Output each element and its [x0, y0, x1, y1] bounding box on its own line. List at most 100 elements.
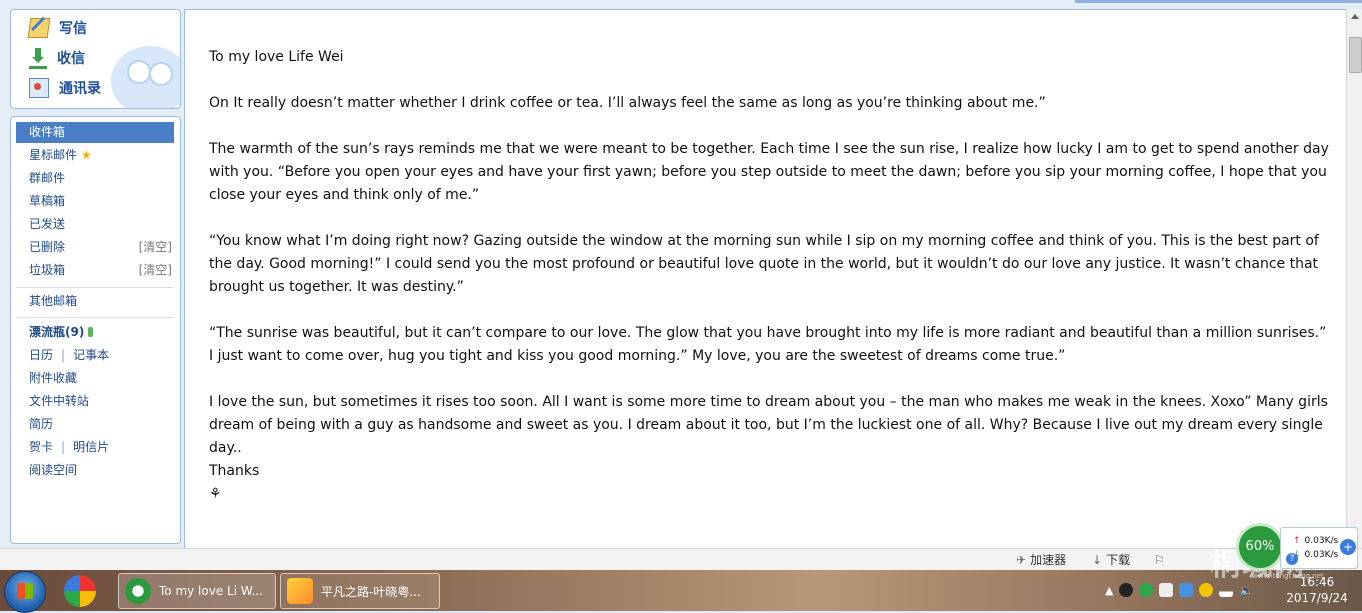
letter-paragraph-1: On It really doesn’t matter whether I dr… [209, 95, 1046, 111]
upload-speed: 0.03K/s [1304, 536, 1339, 546]
plus-tray-icon[interactable] [1199, 583, 1214, 597]
cards-link[interactable]: 贺卡 [29, 440, 53, 454]
help-icon[interactable]: ? [1286, 553, 1298, 565]
qq-tray-icon[interactable] [1119, 583, 1134, 597]
browser-icon [125, 578, 151, 604]
clock-date: 2017/9/24 [1286, 591, 1348, 605]
network-signal-icon[interactable] [1219, 583, 1234, 597]
volume-icon[interactable]: 🔈 [1239, 584, 1253, 597]
accelerator-label: 加速器 [1030, 553, 1067, 567]
folder-drift-bottle[interactable]: 漂流瓶(9) [16, 322, 174, 343]
flower-icon: ⚘ [209, 486, 222, 502]
folder-list: 收件箱 星标邮件 ★ 群邮件 草稿箱 已发送 已删除 [清空] 垃圾箱 [清空] 其他… [10, 116, 181, 544]
accelerator-button[interactable]: ✈ 加速器 [1016, 552, 1066, 568]
divider [16, 287, 174, 288]
folder-drafts[interactable]: 草稿箱 [16, 191, 174, 212]
clear-deleted-link[interactable]: [清空] [139, 237, 172, 258]
folder-label: 已删除 [29, 240, 66, 254]
chrome-pinned-icon[interactable] [64, 575, 96, 607]
clear-spam-link[interactable]: [清空] [139, 260, 172, 281]
calendar-link[interactable]: 日历 [29, 348, 53, 362]
upload-arrow-icon: ↑ [1293, 536, 1301, 546]
folder-group[interactable]: 群邮件 [16, 168, 174, 189]
folder-label: 漂流瓶(9) [29, 325, 85, 339]
folder-label: 已发送 [29, 217, 66, 231]
pencil-icon [27, 18, 51, 38]
mail-app: 写信 收信 通讯录 收件箱 星标邮件 ★ 群邮件 草稿箱 已发送 已删除 [清空] … [0, 0, 1362, 570]
compose-label: 写信 [59, 21, 87, 37]
download-speed: 0.03K/s [1304, 550, 1339, 560]
penguin-eye-left [127, 60, 151, 84]
folder-inbox[interactable]: 收件箱 [16, 122, 174, 143]
bottle-icon [88, 327, 94, 337]
security-tray-icon[interactable] [1179, 583, 1194, 597]
upload-speed-row: ↑ 0.03K/s [1293, 536, 1338, 546]
flag-icon[interactable]: ⚐ [1154, 552, 1169, 568]
postcards-link[interactable]: 明信片 [73, 440, 109, 454]
task-music-label: 平凡之路-叶晓粤... [321, 584, 421, 599]
letter-paragraph-2: The warmth of the sun’s rays reminds me … [209, 141, 1329, 203]
cards-postcards-row: 贺卡 | 明信片 [16, 437, 174, 458]
browser-status-bar: ✈ 加速器 ↓ 下载 ⚐ [0, 548, 1362, 571]
letter-paragraph-3: “You know what I’m doing right now? Gazi… [209, 233, 1319, 295]
inbox-check-label: 收信 [57, 51, 85, 67]
star-icon: ★ [81, 148, 92, 162]
top-accent-line [1075, 0, 1362, 3]
folder-other-mailboxes[interactable]: 其他邮箱 [16, 291, 174, 312]
watermark-url: www.itongcheng.net [1252, 572, 1324, 580]
network-speed-widget[interactable]: 60% ↑0.03K/s ↓0.03K/s ? + [1236, 523, 1362, 573]
folder-label: 草稿箱 [29, 194, 66, 208]
download-label: 下载 [1106, 553, 1131, 567]
folder-label: 简历 [29, 417, 54, 431]
compose-button[interactable]: 写信 [27, 17, 87, 39]
letter-greeting: To my love Life Wei [209, 49, 344, 65]
folder-label: 其他邮箱 [29, 294, 78, 308]
folder-resume[interactable]: 简历 [16, 414, 174, 435]
speed-ring: 60% [1236, 523, 1284, 571]
folder-label: 附件收藏 [29, 371, 78, 385]
contacts-button[interactable]: 通讯录 [29, 77, 101, 99]
folder-sent[interactable]: 已发送 [16, 214, 174, 235]
download-arrow-icon [29, 47, 47, 69]
folder-file-transfer[interactable]: 文件中转站 [16, 391, 174, 412]
scroll-thumb[interactable] [1349, 37, 1362, 73]
wechat-tray-icon[interactable] [1139, 583, 1154, 597]
divider [16, 317, 174, 318]
contact-card-icon [29, 78, 49, 98]
folder-label: 垃圾箱 [29, 263, 66, 277]
tray-expand-icon[interactable]: ▲ [1105, 584, 1113, 597]
folder-reading-space[interactable]: 阅读空间 [16, 460, 174, 481]
contacts-label: 通讯录 [59, 81, 101, 97]
penguin-eye-right [149, 62, 173, 86]
download-speed-row: ↓0.03K/s [1293, 550, 1338, 560]
folder-attachments[interactable]: 附件收藏 [16, 368, 174, 389]
sidebar-actions: 写信 收信 通讯录 [10, 9, 181, 109]
clipboard-tray-icon[interactable] [1159, 583, 1174, 597]
folder-label: 阅读空间 [29, 463, 78, 477]
calendar-notes-row: 日历 | 记事本 [16, 345, 174, 366]
download-icon: ↓ [1092, 553, 1103, 567]
download-button[interactable]: ↓ 下载 [1092, 552, 1130, 568]
music-player-icon [287, 578, 313, 604]
start-button[interactable] [4, 571, 46, 613]
inbox-check-button[interactable]: 收信 [29, 47, 85, 69]
scroll-up-arrow-icon[interactable] [1351, 14, 1359, 19]
folder-label: 星标邮件 [29, 148, 78, 162]
vertical-scrollbar[interactable] [1346, 9, 1362, 548]
folder-label: 群邮件 [29, 171, 66, 185]
notes-link[interactable]: 记事本 [73, 348, 109, 362]
folder-starred[interactable]: 星标邮件 ★ [16, 145, 174, 166]
separator-pipe: | [61, 440, 66, 454]
add-icon[interactable]: + [1340, 539, 1356, 555]
folder-deleted[interactable]: 已删除 [清空] [16, 237, 174, 258]
task-mail-window[interactable]: To my love Li W... [118, 573, 276, 609]
task-mail-label: To my love Li W... [159, 584, 263, 598]
letter-closing: Thanks [209, 463, 260, 479]
letter-paragraph-5: I love the sun, but sometimes it rises t… [209, 394, 1328, 456]
letter-paragraph-4: “The sunrise was beautiful, but it can’t… [209, 325, 1327, 364]
folder-label: 文件中转站 [29, 394, 90, 408]
separator-pipe: | [61, 348, 66, 362]
message-body: To my love Life Wei On It really doesn’t… [184, 9, 1347, 550]
folder-spam[interactable]: 垃圾箱 [清空] [16, 260, 174, 281]
task-music-window[interactable]: 平凡之路-叶晓粤... [280, 573, 440, 609]
